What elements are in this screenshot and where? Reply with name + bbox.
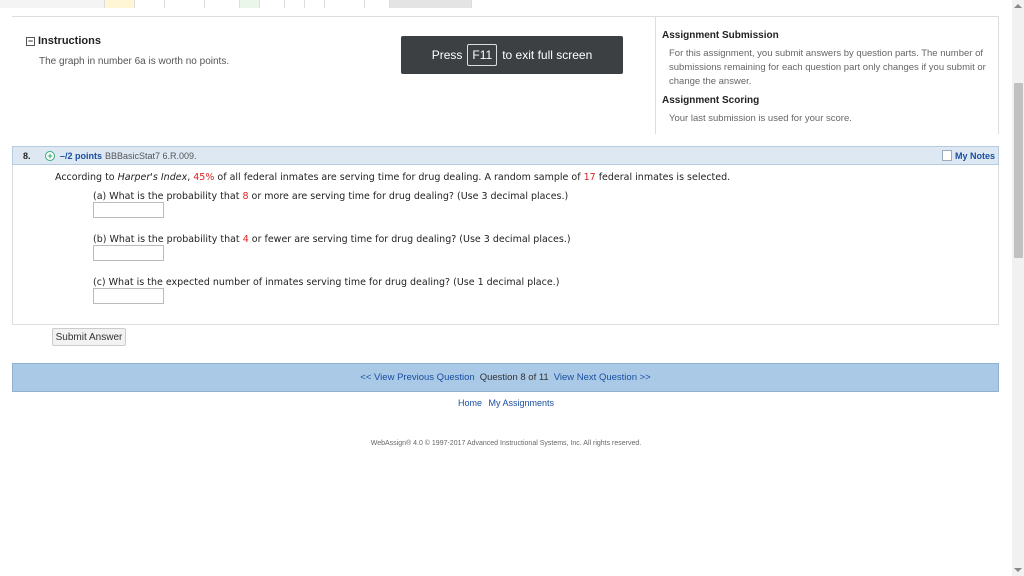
vertical-scrollbar[interactable] [1012,0,1024,576]
assignment-scoring-title: Assignment Scoring [662,95,760,106]
part-a-post: or more are serving time for drug dealin… [248,191,569,202]
question-position: Question 8 of 11 [479,372,549,383]
copyright-text: WebAssign® 4.0 © 1997-2017 Advanced Inst… [370,440,642,447]
instructions-header[interactable]: − Instructions [26,35,101,47]
assignment-submission-text-3: change the answer. [669,76,752,87]
question-header-bar: 8. + –/2 points BBBasicStat7 6.R.009. My… [12,146,999,165]
next-question-link[interactable]: View Next Question >> [554,372,651,383]
question-stem: According to Harper's Index, 45% of all … [55,172,730,183]
part-b-prompt: (b) What is the probability that 4 or fe… [93,234,571,245]
part-a-answer-input[interactable] [93,202,164,218]
question-number: 8. [23,150,31,161]
part-b-answer-input[interactable] [93,245,164,261]
stem-pre: According to [55,172,118,183]
home-link[interactable]: Home [458,398,482,408]
part-b-post: or fewer are serving time for drug deali… [248,234,571,245]
stem-source: Harper's Index [117,172,188,183]
question-code: BBBasicStat7 6.R.009. [105,150,197,161]
fullscreen-notice: Press F11 to exit full screen [401,36,623,74]
collapse-icon[interactable]: − [26,36,35,46]
stem-mid2: of all federal inmates are serving time … [214,172,584,183]
scroll-up-arrow-icon[interactable] [1014,4,1022,8]
assignment-submission-text-1: For this assignment, you submit answers … [669,48,984,59]
footer-links: Home My Assignments [0,398,1012,408]
stem-post: federal inmates is selected. [595,172,731,183]
expand-plus-icon[interactable]: + [45,151,55,161]
instructions-title: Instructions [38,35,101,47]
my-assignments-link[interactable]: My Assignments [489,398,555,408]
fullscreen-press-text: Press [431,48,463,62]
assignment-info-panel: Assignment Submission For this assignmen… [655,16,999,134]
my-notes-label: My Notes [954,150,995,161]
part-a-pre: (a) What is the probability that [93,191,243,202]
question-points: –/2 points [60,150,103,161]
part-c-answer-input[interactable] [93,288,164,304]
stem-percent: 45% [193,172,215,183]
fullscreen-suffix-text: to exit full screen [502,48,593,62]
part-c-prompt: (c) What is the expected number of inmat… [93,277,560,288]
instructions-text: The graph in number 6a is worth no point… [39,56,230,67]
assignment-scoring-text: Your last submission is used for your sc… [669,113,852,124]
assignment-submission-title: Assignment Submission [662,30,779,41]
assignment-submission-text-2: submissions remaining for each question … [669,62,986,73]
question-body: According to Harper's Index, 45% of all … [12,165,999,325]
submit-answer-button[interactable]: Submit Answer [52,328,126,346]
scrollbar-thumb[interactable] [1014,83,1023,258]
part-b-pre: (b) What is the probability that [93,234,243,245]
question-navigation-bar: << View Previous Question Question 8 of … [12,363,999,392]
stem-sample-size: 17 [583,172,596,183]
top-toolbar-strip [0,0,472,8]
instructions-panel: − Instructions The graph in number 6a is… [12,16,655,134]
scroll-down-arrow-icon[interactable] [1014,568,1022,572]
part-a-prompt: (a) What is the probability that 8 or mo… [93,191,568,202]
fullscreen-key: F11 [467,44,498,66]
previous-question-link[interactable]: << View Previous Question [360,372,474,383]
my-notes-link[interactable]: My Notes [941,150,995,161]
note-icon [941,150,952,161]
